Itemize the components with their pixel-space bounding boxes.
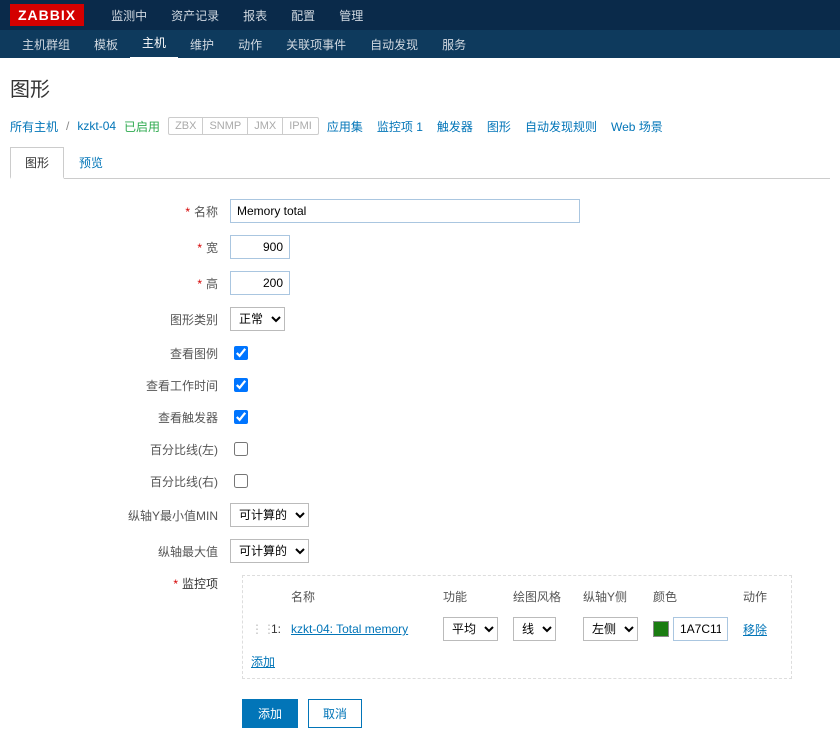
header-yaxis: 纵轴Y侧 [583,588,653,605]
tag-jmx: JMX [248,118,283,134]
subnav-services[interactable]: 服务 [430,30,478,59]
select-ymin[interactable]: 可计算的 [230,503,309,527]
header-action: 动作 [743,588,783,605]
label-ymin: 纵轴Y最小值MIN [128,509,218,523]
input-width[interactable] [230,235,290,259]
subnav-hosts[interactable]: 主机 [130,28,178,60]
header-color: 颜色 [653,588,743,605]
topnav-monitoring[interactable]: 监测中 [99,0,159,32]
drag-handle-icon[interactable]: ⋮⋮ [251,622,271,636]
select-ymax[interactable]: 可计算的 [230,539,309,563]
input-name[interactable] [230,199,580,223]
label-ymax: 纵轴最大值 [158,545,218,559]
label-name: 名称 [194,205,218,219]
subnav-templates[interactable]: 模板 [82,30,130,59]
label-width: 宽 [206,241,218,255]
item-index: 1: [271,622,291,636]
bc-graphs[interactable]: 图形 [487,118,511,135]
item-row: ⋮⋮ 1: kzkt-04: Total memory 平均 线 左侧 移除 [251,613,783,645]
label-percent-right: 百分比线(右) [150,475,218,489]
header-style: 绘图风格 [513,588,583,605]
topnav-inventory[interactable]: 资产记录 [159,0,231,32]
subnav-discovery[interactable]: 自动发现 [358,30,430,59]
tab-graph[interactable]: 图形 [10,147,64,179]
page-title: 图形 [10,73,830,102]
bc-discovery[interactable]: 自动发现规则 [525,118,597,135]
select-style[interactable]: 线 [513,617,556,641]
subnav-correlation[interactable]: 关联项事件 [274,30,358,59]
breadcrumb-host[interactable]: kzkt-04 [77,119,116,133]
input-color[interactable] [673,617,728,641]
topnav-administration[interactable]: 管理 [327,0,375,32]
header-name: 名称 [291,588,443,605]
subnav-maintenance[interactable]: 维护 [178,30,226,59]
input-height[interactable] [230,271,290,295]
breadcrumb-sep: / [66,119,69,133]
status-badge: 已启用 [124,118,160,135]
subnav-hostgroups[interactable]: 主机群组 [10,30,82,59]
item-name-link[interactable]: kzkt-04: Total memory [291,622,408,636]
remove-link[interactable]: 移除 [743,623,767,637]
select-yaxis[interactable]: 左侧 [583,617,638,641]
tag-snmp: SNMP [203,118,248,134]
tag-ipmi: IPMI [283,118,318,134]
label-worktime: 查看工作时间 [146,379,218,393]
label-percent-left: 百分比线(左) [150,443,218,457]
sub-nav: 主机群组 模板 主机 维护 动作 关联项事件 自动发现 服务 [0,30,840,58]
label-legend: 查看图例 [170,347,218,361]
label-height: 高 [206,277,218,291]
bc-triggers[interactable]: 触发器 [437,118,473,135]
label-type: 图形类别 [170,313,218,327]
subnav-actions[interactable]: 动作 [226,30,274,59]
top-nav: 监测中 资产记录 报表 配置 管理 [99,0,375,32]
header-func: 功能 [443,588,513,605]
topnav-reports[interactable]: 报表 [231,0,279,32]
checkbox-legend[interactable] [234,346,248,360]
checkbox-worktime[interactable] [234,378,248,392]
topnav-configuration[interactable]: 配置 [279,0,327,32]
select-type[interactable]: 正常 [230,307,285,331]
color-swatch[interactable] [653,621,669,637]
breadcrumb: 所有主机 / kzkt-04 已启用 ZBX SNMP JMX IPMI 应用集… [10,117,830,135]
bc-applications[interactable]: 应用集 [327,118,363,135]
label-items: 监控项 [182,577,218,591]
tabs: 图形 预览 [10,147,830,179]
bc-web[interactable]: Web 场景 [611,118,663,135]
tag-zbx: ZBX [169,118,203,134]
label-triggers: 查看触发器 [158,411,218,425]
items-block: 名称 功能 绘图风格 纵轴Y侧 颜色 动作 ⋮⋮ 1: kzkt-04: Tot… [242,575,792,679]
tab-preview[interactable]: 预览 [64,147,118,178]
bc-items[interactable]: 监控项 1 [377,118,423,135]
logo[interactable]: ZABBIX [10,4,84,26]
submit-button[interactable]: 添加 [242,699,298,728]
select-func[interactable]: 平均 [443,617,498,641]
cancel-button[interactable]: 取消 [308,699,362,728]
checkbox-percent-left[interactable] [234,442,248,456]
add-item-link[interactable]: 添加 [251,653,275,670]
checkbox-percent-right[interactable] [234,474,248,488]
breadcrumb-all-hosts[interactable]: 所有主机 [10,118,58,135]
checkbox-triggers[interactable] [234,410,248,424]
interface-tags: ZBX SNMP JMX IPMI [168,117,319,135]
